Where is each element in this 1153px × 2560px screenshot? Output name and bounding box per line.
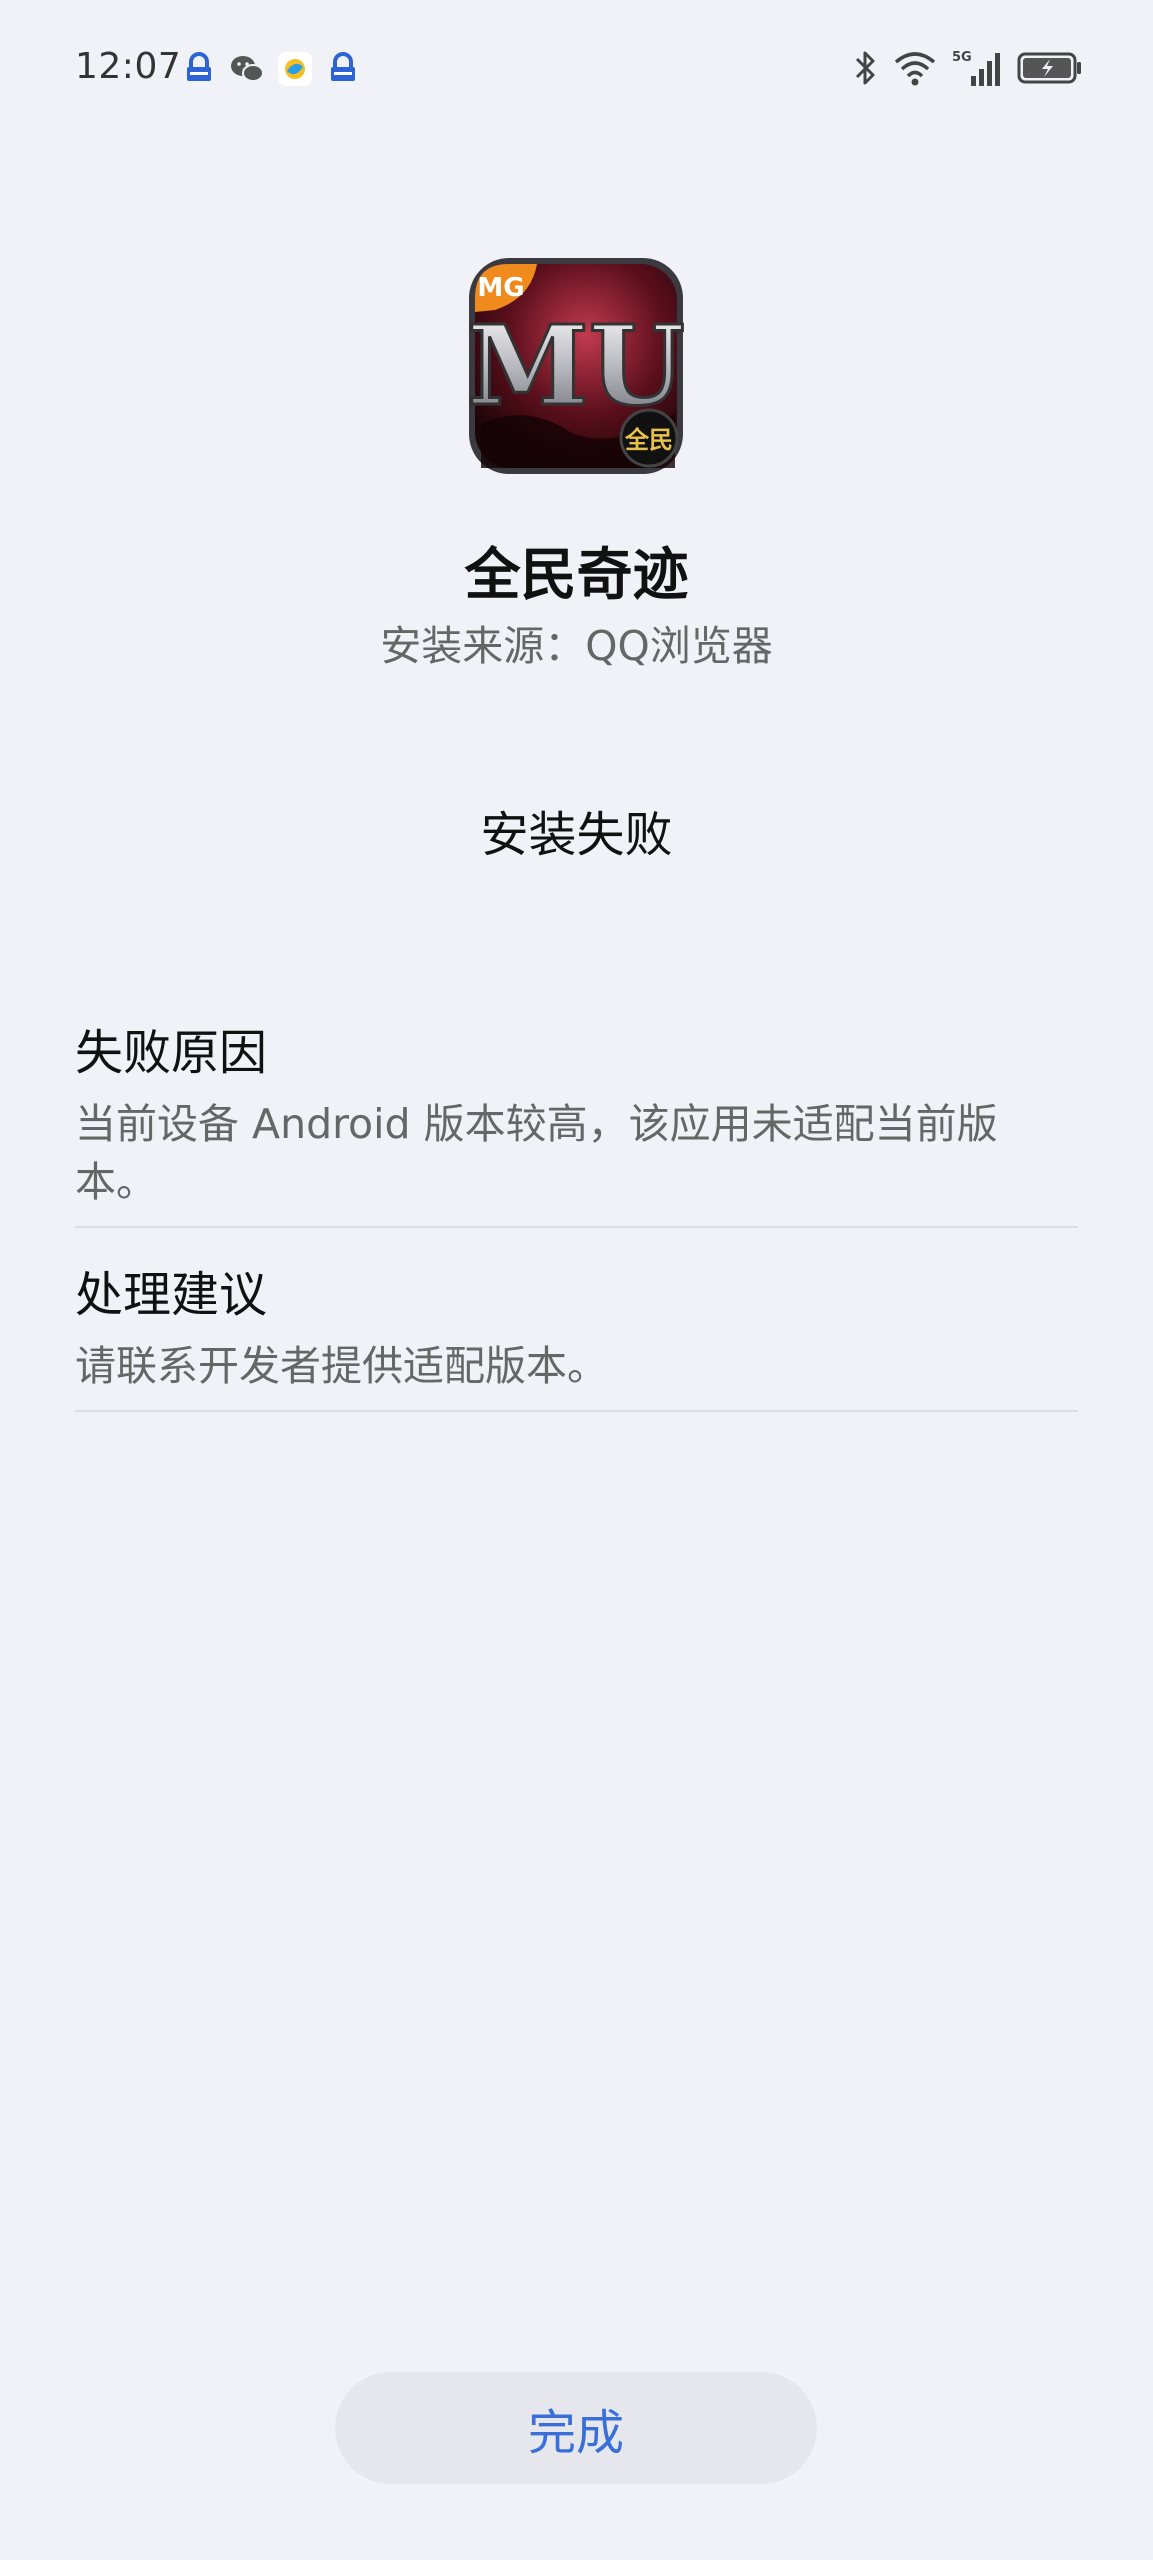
failure-reason-text: 当前设备 Android 版本较高，该应用未适配当前版 本。: [75, 1095, 1078, 1211]
divider: [75, 1226, 1078, 1228]
app-icon-badge-text: MG: [477, 273, 524, 303]
status-time: 12:07: [75, 46, 182, 87]
system-status-icons: 5G: [851, 48, 1083, 92]
divider: [75, 1410, 1078, 1412]
bluetooth-icon: [851, 48, 879, 92]
browser-icon: [276, 50, 314, 88]
failure-reason-title: 失败原因: [75, 1025, 268, 1081]
battery-charging-icon: [1017, 48, 1083, 92]
failure-reason-section: 失败原因 当前设备 Android 版本较高，该应用未适配当前版 本。: [75, 1013, 1078, 1211]
wifi-icon: [893, 48, 937, 92]
suggestion-text: 请联系开发者提供适配版本。: [75, 1342, 608, 1390]
suggestion-title: 处理建议: [75, 1267, 268, 1323]
signal-5g-icon: 5G: [951, 48, 1003, 92]
app-icon-corner-text: 全民: [624, 426, 673, 454]
network-type-label: 5G: [952, 50, 972, 65]
vpn-lock-icon: [180, 50, 218, 88]
status-bar: 12:07 5G: [0, 0, 1153, 140]
failure-reason-line: 当前设备 Android 版本较高，该应用未适配当前版: [75, 1100, 998, 1148]
failure-reason-line: 本。: [75, 1158, 157, 1206]
app-name: 全民奇迹: [464, 543, 689, 608]
suggestion-section: 处理建议 请联系开发者提供适配版本。: [75, 1255, 1078, 1395]
vpn-lock-icon: [324, 50, 362, 88]
install-result-screen: 12:07 5G MU MG 全民 全民奇迹 安装来源：QQ浏览器 安装失败 失…: [0, 0, 1153, 2560]
install-status: 安装失败: [480, 807, 673, 863]
install-source: 安装来源：QQ浏览器: [380, 622, 773, 670]
done-button[interactable]: 完成: [335, 2372, 817, 2484]
wechat-icon: [228, 50, 266, 88]
notification-icons: [180, 50, 362, 88]
app-icon: MU MG 全民: [465, 254, 687, 478]
